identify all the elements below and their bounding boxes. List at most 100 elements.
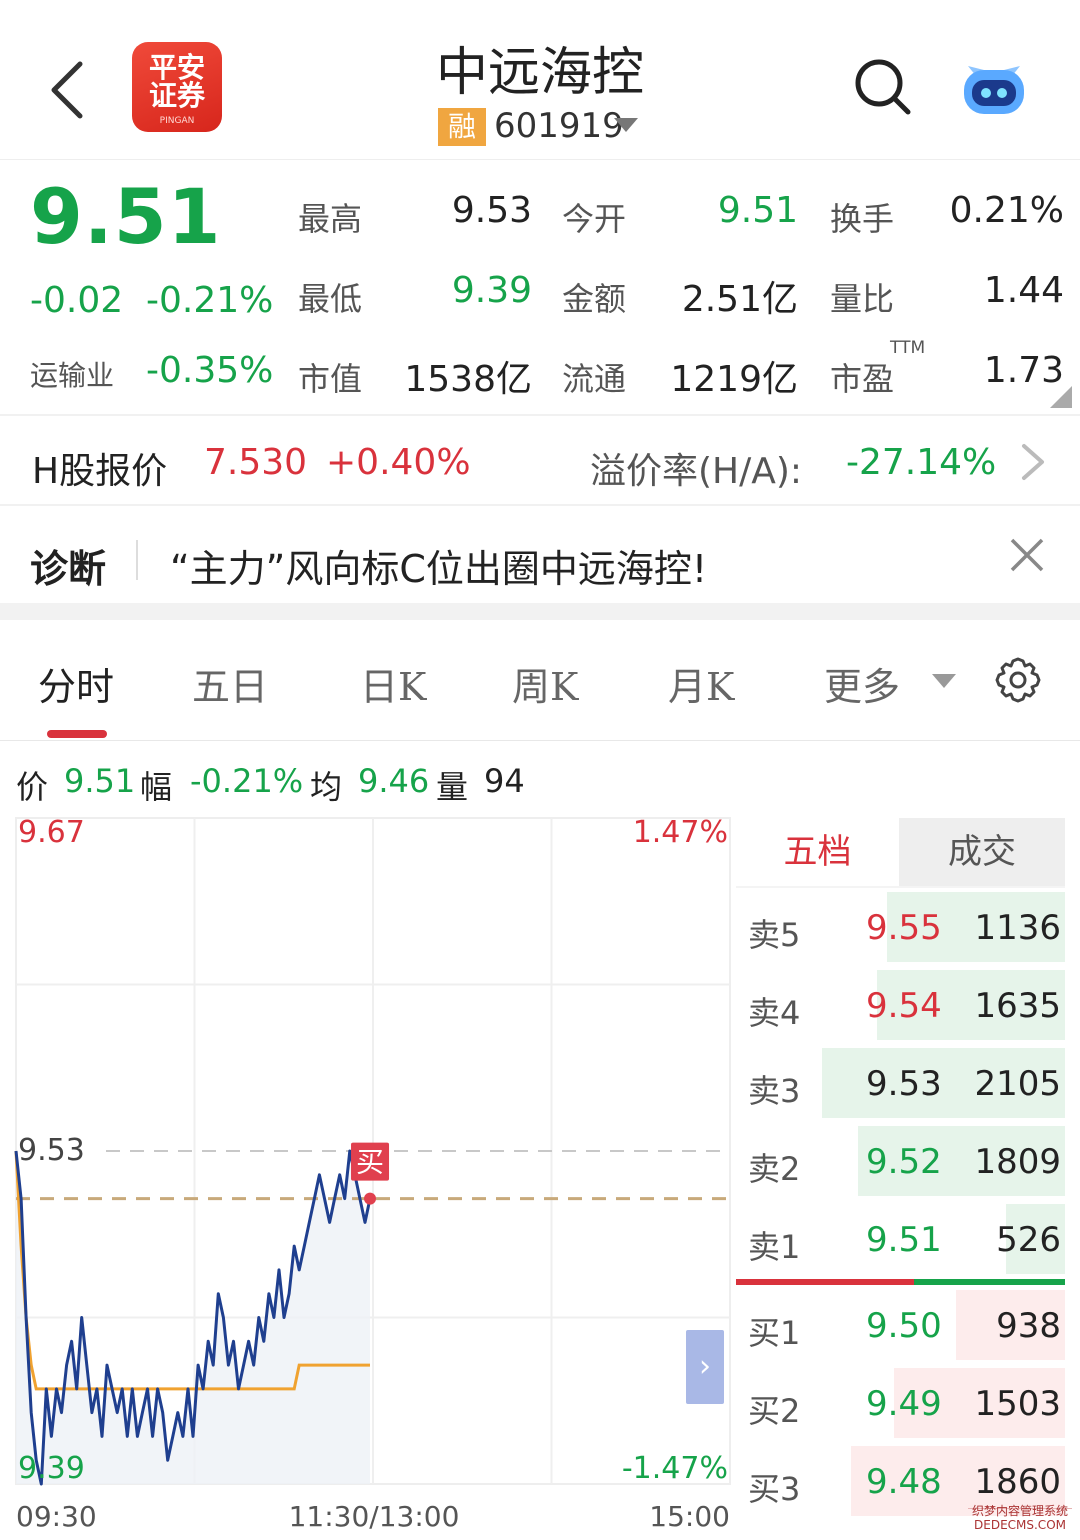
tab-daily-k[interactable]: 日K	[360, 656, 426, 711]
vol-ratio-label: 量比	[830, 280, 895, 318]
amount-value: 2.51亿	[681, 279, 798, 320]
mcap-label: 市值	[298, 360, 363, 398]
info-amp-value: -0.21%	[190, 762, 304, 800]
ask-row[interactable]: 卖3 9.53 2105	[736, 1048, 1065, 1120]
watermark: 织梦内容管理系统 DEDECMS.COM	[966, 1504, 1074, 1532]
tab-monthly-k[interactable]: 月K	[668, 656, 734, 711]
level-price: 9.53	[866, 1064, 942, 1104]
h-share-label: H股报价	[32, 451, 168, 492]
intraday-chart[interactable]: 买 9.67 1.47% 9.53 9.39 -1.47% 09:30 11:3…	[0, 810, 736, 1540]
ask-bid-split-green	[914, 1279, 1065, 1285]
level-volume: 1809	[974, 1142, 1061, 1182]
search-icon	[855, 59, 911, 115]
bid-row[interactable]: 买1 9.50 938	[736, 1290, 1065, 1362]
level-price: 9.49	[866, 1384, 942, 1424]
margin-badge: 融	[438, 108, 486, 146]
high-label: 最高	[298, 200, 363, 238]
mcap-value: 1538亿	[404, 359, 532, 400]
ask-row[interactable]: 卖1 9.51 526	[736, 1204, 1065, 1276]
info-vol-value: 94	[484, 762, 525, 800]
turnover-label: 换手	[830, 200, 895, 238]
open-label: 今开	[562, 200, 627, 238]
industry-name[interactable]: 运输业	[30, 354, 114, 394]
gear-icon	[995, 657, 1041, 703]
y-min-label: 9.39	[18, 1451, 85, 1486]
settings-button[interactable]	[994, 656, 1042, 704]
turnover-value: 0.21%	[949, 190, 1064, 231]
info-amp-label: 幅	[140, 768, 173, 806]
ask-row[interactable]: 卖2 9.52 1809	[736, 1126, 1065, 1198]
broker-logo: 平安 证券 PINGAN	[132, 42, 222, 132]
level-label: 卖3	[748, 1072, 801, 1110]
open-value: 9.51	[717, 190, 798, 231]
current-price: 9.51	[30, 172, 222, 261]
tab-five-levels[interactable]: 五档	[736, 818, 899, 886]
pe-label: 市盈	[830, 360, 895, 398]
ask-row[interactable]: 卖4 9.54 1635	[736, 970, 1065, 1042]
level-price: 9.51	[866, 1220, 942, 1260]
industry-change-pct: -0.35%	[146, 350, 274, 391]
tab-more[interactable]: 更多	[824, 656, 900, 711]
info-avg-value: 9.46	[358, 762, 430, 800]
diagnosis-headline[interactable]: “主力”风向标C位出圈中远海控!	[170, 538, 707, 593]
logo-text-line3: PINGAN	[159, 116, 195, 126]
ask-row[interactable]: 卖5 9.55 1136	[736, 892, 1065, 964]
ref-price-label: 9.53	[18, 1133, 85, 1168]
divider	[0, 740, 1080, 741]
info-avg-label: 均	[310, 768, 343, 806]
level-label: 卖5	[748, 916, 801, 954]
diagnosis-label: 诊断	[30, 547, 107, 591]
logo-text-line1: 平安	[148, 51, 205, 84]
vol-ratio-value: 1.44	[983, 270, 1064, 311]
last-price-dot	[364, 1192, 377, 1205]
level-price: 9.48	[866, 1462, 942, 1502]
tab-five-day[interactable]: 五日	[192, 656, 268, 711]
h-share-change-pct: +0.40%	[326, 442, 471, 483]
section-gap	[0, 603, 1080, 620]
close-button[interactable]	[1008, 536, 1046, 574]
x-tick-label: 15:00	[649, 1500, 730, 1533]
pe-value: 1.73	[983, 350, 1064, 391]
back-chevron-icon	[51, 61, 83, 119]
level-volume: 1635	[974, 986, 1061, 1026]
premium-label: 溢价率(H/A):	[590, 451, 803, 492]
float-value: 1219亿	[670, 359, 798, 400]
low-value: 9.39	[451, 270, 532, 311]
h-share-price: 7.530	[204, 442, 308, 483]
y-max-pct-label: 1.47%	[633, 815, 728, 850]
level-price: 9.52	[866, 1142, 942, 1182]
level-volume: 1503	[974, 1384, 1061, 1424]
price-change: -0.02	[30, 280, 124, 321]
tab-weekly-k[interactable]: 周K	[512, 656, 578, 711]
level-volume: 1860	[974, 1462, 1061, 1502]
bid-row[interactable]: 买2 9.49 1503	[736, 1368, 1065, 1440]
watermark-line2: DEDECMS.COM	[974, 1518, 1066, 1532]
tab-intraday[interactable]: 分时	[38, 656, 114, 711]
chevron-right-icon[interactable]	[1012, 440, 1052, 484]
pe-ttm-superscript: TTM	[890, 338, 926, 358]
level-label: 卖2	[748, 1150, 801, 1188]
logo-text-line2: 证券	[148, 79, 205, 112]
stock-name-title[interactable]: 中远海控	[340, 30, 740, 105]
divider	[136, 540, 138, 580]
premium-value: -27.14%	[846, 442, 997, 483]
active-tab-indicator	[47, 730, 107, 738]
ask-bid-split-red	[736, 1279, 914, 1285]
search-button[interactable]	[852, 56, 912, 116]
tab-trades[interactable]: 成交	[899, 818, 1065, 886]
level-volume: 1136	[974, 908, 1061, 948]
ai-assistant-button[interactable]	[958, 58, 1030, 118]
expand-corner-icon[interactable]	[1050, 386, 1072, 408]
dropdown-caret-icon[interactable]	[932, 674, 956, 688]
back-button[interactable]	[40, 54, 100, 124]
expand-panel-button[interactable]: ›	[686, 1330, 724, 1404]
level-label: 卖4	[748, 994, 801, 1032]
high-value: 9.53	[451, 190, 532, 231]
stock-code[interactable]: 601919	[494, 106, 624, 146]
robot-assistant-icon	[964, 66, 1024, 114]
dropdown-caret-icon[interactable]	[614, 118, 638, 132]
y-max-label: 9.67	[18, 815, 85, 850]
level-label: 卖1	[748, 1228, 801, 1266]
info-vol-label: 量	[436, 768, 469, 806]
close-icon	[1010, 538, 1044, 572]
